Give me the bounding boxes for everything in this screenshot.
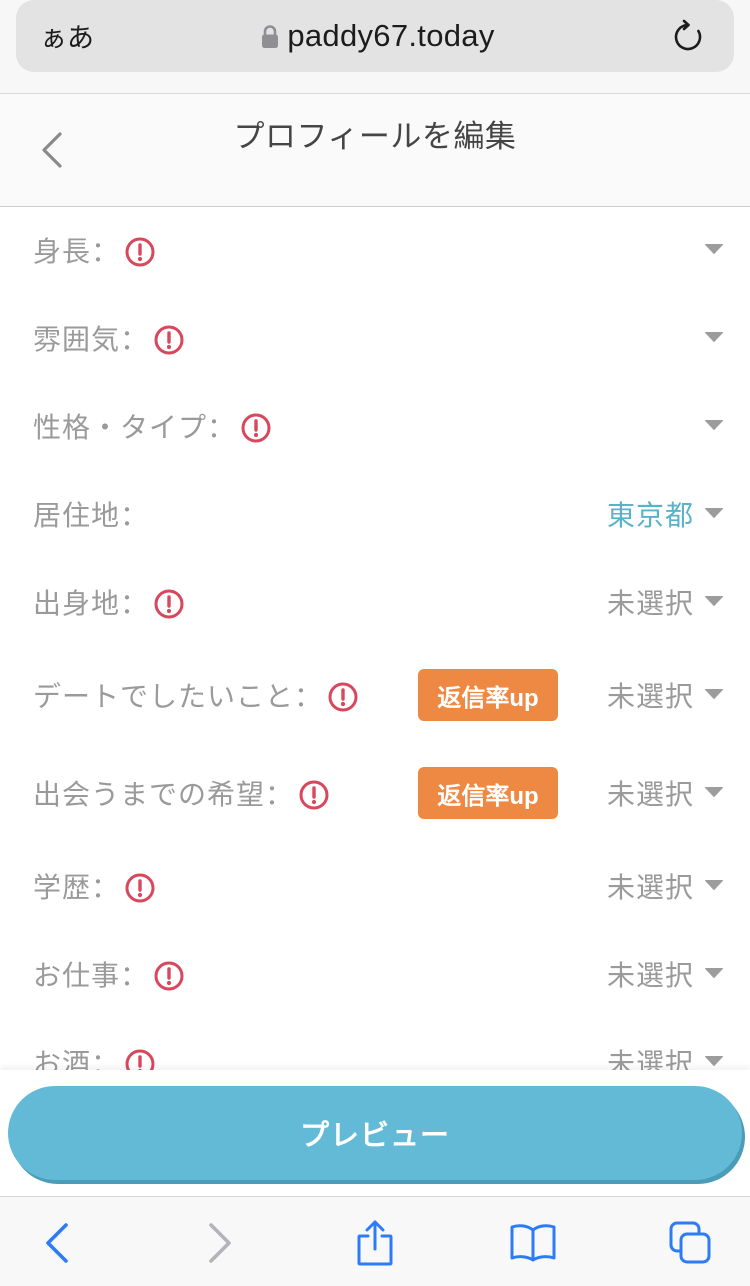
- forward-icon[interactable]: [205, 1221, 235, 1265]
- warning-icon: [125, 873, 155, 903]
- dropdown-arrow-icon[interactable]: [705, 968, 723, 978]
- reload-icon[interactable]: [670, 18, 706, 54]
- field-value[interactable]: 未選択: [607, 586, 694, 622]
- field-label: 居住地：: [33, 500, 150, 531]
- browser-toolbar: [0, 1196, 750, 1286]
- warning-icon: [328, 682, 358, 712]
- field-label: 性格・タイプ：: [33, 412, 237, 443]
- dropdown-arrow-icon[interactable]: [705, 244, 723, 254]
- warning-icon: [125, 237, 155, 267]
- url-display[interactable]: paddy67.today: [16, 0, 734, 72]
- browser-address-bar: ぁあ paddy67.today: [0, 0, 750, 94]
- tabs-icon[interactable]: [667, 1220, 713, 1266]
- reply-rate-badge: 返信率up: [418, 767, 558, 819]
- field-value[interactable]: 未選択: [607, 679, 694, 715]
- field-label: 出身地：: [33, 588, 150, 619]
- warning-icon: [154, 325, 184, 355]
- field-row-education[interactable]: 学歴： 未選択: [0, 844, 750, 932]
- dropdown-arrow-icon[interactable]: [705, 880, 723, 890]
- field-value[interactable]: 未選択: [607, 870, 694, 906]
- dropdown-arrow-icon[interactable]: [705, 508, 723, 518]
- url-text[interactable]: paddy67.today: [287, 18, 494, 54]
- dropdown-arrow-icon[interactable]: [705, 1056, 723, 1066]
- field-value[interactable]: 東京都: [607, 498, 694, 534]
- field-row-hometown[interactable]: 出身地： 未選択: [0, 560, 750, 648]
- warning-icon: [154, 589, 184, 619]
- dropdown-arrow-icon[interactable]: [705, 420, 723, 430]
- field-row-residence[interactable]: 居住地： 東京都: [0, 472, 750, 560]
- reply-rate-badge: 返信率up: [418, 669, 558, 721]
- lock-icon: [261, 24, 279, 49]
- dropdown-arrow-icon[interactable]: [705, 689, 723, 699]
- share-icon[interactable]: [355, 1219, 395, 1267]
- bookmarks-icon[interactable]: [509, 1222, 557, 1264]
- field-row-alcohol[interactable]: お酒： 未選択: [0, 1020, 750, 1070]
- tabs-button[interactable]: [660, 1213, 720, 1273]
- preview-button[interactable]: プレビュー: [8, 1086, 742, 1180]
- field-label: お仕事：: [33, 960, 150, 991]
- preview-panel: プレビュー: [0, 1070, 750, 1196]
- warning-icon: [241, 413, 271, 443]
- browser-forward-button[interactable]: [190, 1213, 250, 1273]
- field-row-meeting-preference[interactable]: 出会うまでの希望： 返信率up 未選択: [0, 746, 750, 844]
- profile-field-list: 身長： 雰囲気： 性格・タイプ： 居住地： 東京都 出身地： 未選択 デートでし…: [0, 208, 750, 1070]
- field-label: お酒：: [33, 1048, 121, 1070]
- field-row-personality[interactable]: 性格・タイプ：: [0, 384, 750, 472]
- dropdown-arrow-icon[interactable]: [705, 332, 723, 342]
- dropdown-arrow-icon[interactable]: [705, 596, 723, 606]
- field-row-date-wishes[interactable]: デートでしたいこと： 返信率up 未選択: [0, 648, 750, 746]
- page-title: プロフィールを編集: [233, 119, 517, 154]
- field-label: デートでしたいこと：: [33, 681, 324, 712]
- browser-back-button[interactable]: [27, 1213, 87, 1273]
- url-field[interactable]: ぁあ paddy67.today: [16, 0, 734, 72]
- field-row-job[interactable]: お仕事： 未選択: [0, 932, 750, 1020]
- field-label: 出会うまでの希望：: [33, 779, 295, 810]
- bookmarks-button[interactable]: [503, 1213, 563, 1273]
- field-label: 雰囲気：: [33, 324, 150, 355]
- field-row-height[interactable]: 身長：: [0, 208, 750, 296]
- warning-icon: [125, 1049, 155, 1070]
- field-label: 学歴：: [33, 872, 121, 903]
- app-header: プロフィールを編集: [0, 94, 750, 207]
- warning-icon: [299, 780, 329, 810]
- dropdown-arrow-icon[interactable]: [705, 787, 723, 797]
- field-value[interactable]: 未選択: [607, 777, 694, 813]
- field-row-atmosphere[interactable]: 雰囲気：: [0, 296, 750, 384]
- warning-icon: [154, 961, 184, 991]
- back-icon[interactable]: [42, 1221, 72, 1265]
- field-label: 身長：: [33, 236, 121, 267]
- field-value[interactable]: 未選択: [607, 1046, 694, 1070]
- field-value[interactable]: 未選択: [607, 958, 694, 994]
- share-button[interactable]: [345, 1213, 405, 1273]
